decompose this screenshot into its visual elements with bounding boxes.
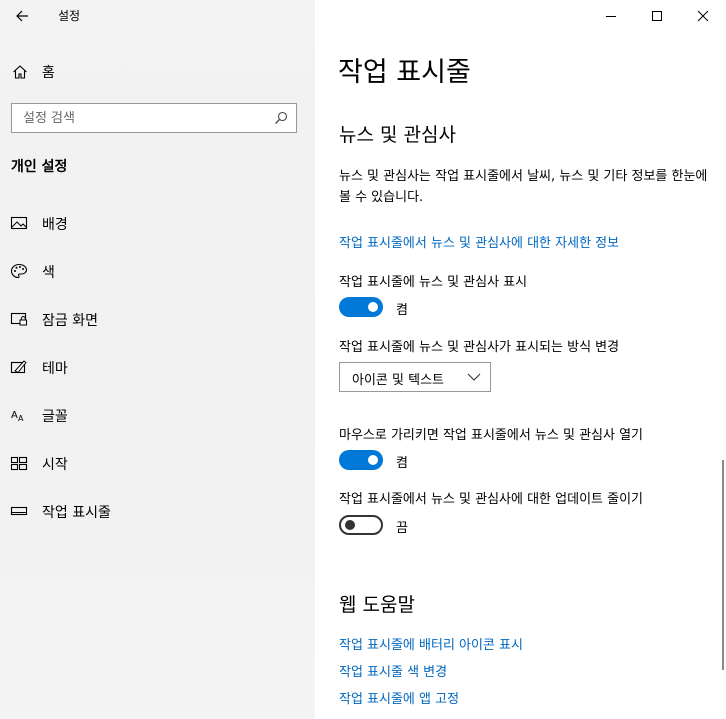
theme-icon (10, 360, 27, 374)
back-arrow-icon (16, 10, 28, 22)
svg-text:A: A (11, 410, 18, 421)
reduce-updates-toggle[interactable] (339, 515, 383, 535)
search-input[interactable] (12, 104, 273, 132)
sidebar-item-label: 시작 (42, 457, 68, 473)
web-help-heading: 웹 도움말 (339, 594, 415, 616)
news-info-link[interactable]: 작업 표시줄에서 뉴스 및 관심사에 대한 자세한 정보 (339, 232, 619, 251)
maximize-icon (652, 11, 662, 21)
show-news-toggle[interactable] (339, 297, 383, 317)
hover-open-state: 켬 (396, 456, 408, 471)
home-icon (13, 65, 27, 79)
chevron-down-icon (467, 373, 481, 381)
hover-open-toggle[interactable] (339, 450, 383, 470)
sidebar-item-label: 작업 표시줄 (42, 505, 111, 521)
sidebar-item-label: 테마 (42, 361, 68, 377)
news-description: 뉴스 및 관심사는 작업 표시줄에서 날씨, 뉴스 및 기타 정보를 한눈에 볼… (339, 169, 708, 205)
reduce-updates-state: 끔 (396, 521, 408, 536)
sidebar-item-label: 배경 (42, 217, 68, 233)
display-mode-dropdown[interactable]: 아이콘 및 텍스트 (339, 362, 491, 392)
search-box[interactable] (11, 103, 297, 133)
close-button[interactable] (680, 0, 726, 32)
taskbar-icon (10, 506, 28, 516)
hover-open-label: 마우스로 가리키면 작업 표시줄에서 뉴스 및 관심사 열기 (339, 428, 644, 443)
start-icon (10, 456, 28, 471)
settings-window: 설정 홈 개인 설정 배경 (0, 0, 726, 719)
window-controls (588, 0, 726, 32)
news-heading: 뉴스 및 관심사 (339, 124, 456, 146)
title-bar: 설정 (0, 0, 315, 32)
dropdown-value: 아이콘 및 텍스트 (352, 373, 444, 388)
maximize-button[interactable] (634, 0, 680, 32)
svg-text:A: A (18, 414, 24, 423)
toggle-knob (368, 302, 378, 312)
page-title: 작업 표시줄 (338, 57, 471, 88)
minimize-icon (606, 16, 616, 17)
sidebar-item-label: 글꼴 (42, 409, 68, 425)
home-label: 홈 (42, 65, 55, 81)
minimize-button[interactable] (588, 0, 634, 32)
help-link-pin-apps[interactable]: 작업 표시줄에 앱 고정 (339, 688, 459, 707)
scrollbar[interactable] (722, 460, 724, 670)
sidebar-item-label: 잠금 화면 (42, 313, 98, 329)
sidebar-item-home[interactable]: 홈 (0, 56, 315, 88)
sidebar-item-start[interactable]: 시작 (0, 443, 315, 483)
palette-icon (10, 263, 28, 279)
sidebar-item-background[interactable]: 배경 (0, 203, 315, 243)
section-title: 개인 설정 (11, 159, 68, 175)
help-link-battery[interactable]: 작업 표시줄에 배터리 아이콘 표시 (339, 634, 523, 653)
font-icon: A A (11, 410, 24, 423)
close-icon (697, 10, 709, 22)
toggle-knob (345, 520, 355, 530)
sidebar-item-lock-screen[interactable]: 잠금 화면 (0, 299, 315, 339)
sidebar-item-colors[interactable]: 색 (0, 251, 315, 291)
lock-screen-icon (10, 312, 27, 326)
show-news-label: 작업 표시줄에 뉴스 및 관심사 표시 (339, 275, 528, 290)
sidebar-item-taskbar[interactable]: 작업 표시줄 (0, 491, 315, 531)
search-icon[interactable] (274, 111, 288, 125)
sidebar-item-themes[interactable]: 테마 (0, 347, 315, 387)
show-news-state: 켬 (396, 303, 408, 318)
main-content: 작업 표시줄 뉴스 및 관심사 뉴스 및 관심사는 작업 표시줄에서 날씨, 뉴… (315, 0, 726, 719)
sidebar: 설정 홈 개인 설정 배경 (0, 0, 315, 719)
sidebar-item-fonts[interactable]: A A 글꼴 (0, 395, 315, 435)
back-button[interactable] (2, 0, 42, 32)
help-link-color[interactable]: 작업 표시줄 색 변경 (339, 661, 447, 680)
app-title: 설정 (58, 9, 81, 23)
toggle-knob (368, 455, 378, 465)
display-mode-label: 작업 표시줄에 뉴스 및 관심사가 표시되는 방식 변경 (339, 340, 620, 355)
reduce-updates-label: 작업 표시줄에서 뉴스 및 관심사에 대한 업데이트 줄이기 (339, 492, 644, 507)
picture-icon (10, 216, 28, 230)
sidebar-item-label: 색 (42, 265, 55, 281)
